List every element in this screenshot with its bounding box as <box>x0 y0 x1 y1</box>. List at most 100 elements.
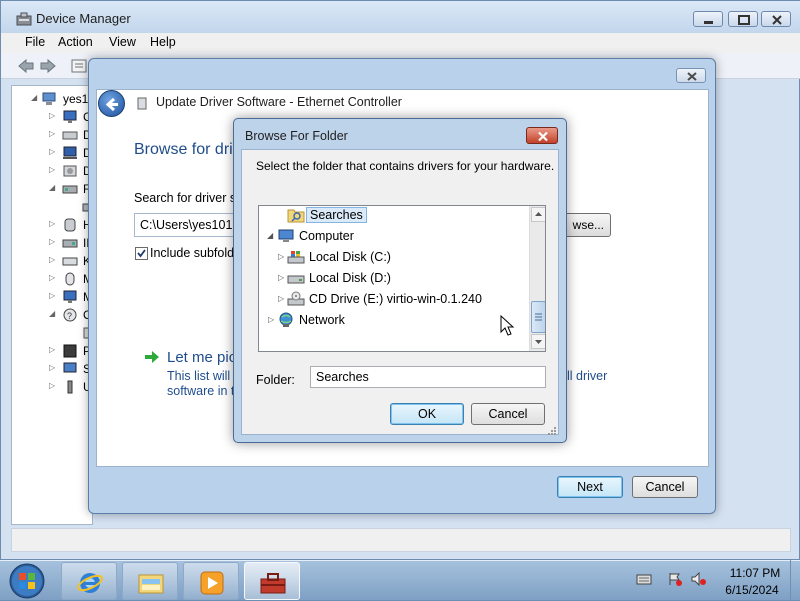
menu-action[interactable]: Action <box>56 35 95 49</box>
expand-arrow-icon[interactable]: ▷ <box>49 345 55 354</box>
expand-arrow-icon[interactable]: ▷ <box>49 129 55 138</box>
tree-item[interactable]: ◢ ? O <box>12 306 92 324</box>
expand-arrow-icon[interactable]: ▷ <box>278 273 284 282</box>
cancel-button[interactable]: Cancel <box>632 476 698 498</box>
tree-item[interactable]: ◢ F <box>12 180 92 198</box>
collapse-arrow-icon[interactable]: ◢ <box>267 231 273 240</box>
let-me-pick-description-line2: software in t <box>167 384 235 398</box>
scroll-thumb[interactable] <box>531 301 545 333</box>
include-subfolders-label: Include subfold <box>150 246 235 260</box>
close-button[interactable] <box>526 127 558 144</box>
show-desktop-button[interactable] <box>790 560 800 600</box>
expand-arrow-icon[interactable]: ▷ <box>268 315 274 324</box>
drive-icon <box>62 131 78 140</box>
collapse-arrow-icon[interactable]: ◢ <box>31 93 37 102</box>
let-me-pick-link[interactable]: Let me pic <box>167 349 236 366</box>
device-manager-icon <box>16 12 32 26</box>
start-button[interactable] <box>6 561 48 601</box>
clock-time[interactable]: 11:07 PM <box>725 566 785 580</box>
collapse-arrow-icon[interactable]: ◢ <box>49 309 55 318</box>
properties-view-icon[interactable] <box>71 59 87 73</box>
vertical-scrollbar[interactable] <box>529 206 545 351</box>
speaker-muted-icon[interactable] <box>691 572 707 586</box>
expand-arrow-icon[interactable]: ▷ <box>278 294 284 303</box>
expand-arrow-icon[interactable]: ▷ <box>49 363 55 372</box>
cancel-button[interactable]: Cancel <box>471 403 545 425</box>
tree-item[interactable]: ▷ M <box>12 288 92 306</box>
maximize-button[interactable] <box>728 11 758 27</box>
back-button[interactable] <box>98 90 125 117</box>
include-subfolders-checkbox[interactable] <box>135 247 148 260</box>
tree-item[interactable]: ▷ H <box>12 216 92 234</box>
scroll-down-button[interactable] <box>531 334 545 349</box>
expand-arrow-icon[interactable]: ▷ <box>49 147 55 156</box>
windows-explorer-icon <box>138 574 164 594</box>
close-button[interactable] <box>676 68 706 83</box>
device-tree: ◢ yes10 ▷ C ▷ D ▷ D ▷ D ◢ <box>11 85 93 525</box>
collapse-arrow-icon[interactable]: ◢ <box>49 183 55 192</box>
minimize-button[interactable] <box>693 11 723 27</box>
tree-item[interactable]: ▷ D <box>12 126 92 144</box>
dvd-drive-icon <box>63 165 77 177</box>
tree-item[interactable]: ▷ P <box>12 342 92 360</box>
let-me-pick-description-tail: ll driver <box>567 369 608 383</box>
media-player-icon <box>200 571 224 595</box>
expand-arrow-icon[interactable]: ▷ <box>49 111 55 120</box>
let-me-pick-description: This list will s <box>167 369 240 383</box>
forward-arrow-icon[interactable] <box>39 58 57 74</box>
tree-item[interactable]: ▷ C <box>12 108 92 126</box>
action-center-flag-icon[interactable] <box>667 572 683 586</box>
title-bar[interactable]: Device Manager <box>1 1 800 33</box>
tree-item[interactable]: ▷ D <box>12 144 92 162</box>
tree-root[interactable]: ◢ yes10 <box>12 90 92 108</box>
internet-explorer-icon <box>77 573 103 593</box>
network-icon <box>279 312 293 327</box>
green-arrow-icon <box>145 351 159 363</box>
folder-label: Network <box>299 313 345 327</box>
expand-arrow-icon[interactable]: ▷ <box>49 273 55 282</box>
computer-icon <box>42 92 56 105</box>
monitor-icon <box>63 290 77 303</box>
mouse-icon <box>65 272 75 286</box>
expand-arrow-icon[interactable]: ▷ <box>49 291 55 300</box>
hard-drive-icon <box>287 275 305 284</box>
tree-item[interactable]: ▷ D <box>12 162 92 180</box>
keyboard-tray-icon[interactable] <box>636 572 652 586</box>
expand-arrow-icon[interactable]: ▷ <box>49 219 55 228</box>
taskbar-internet-explorer[interactable] <box>61 562 117 600</box>
resize-grip-icon[interactable] <box>547 426 557 436</box>
folder-input[interactable]: Searches <box>310 366 546 388</box>
other-devices-icon: ? <box>63 308 77 322</box>
expand-arrow-icon[interactable]: ▷ <box>49 381 55 390</box>
back-arrow-icon[interactable] <box>17 58 35 74</box>
ide-controller-icon <box>62 239 78 248</box>
menu-view[interactable]: View <box>107 35 138 49</box>
tree-item[interactable]: ▷ U <box>12 378 92 396</box>
menu-file[interactable]: File <box>23 35 47 49</box>
close-button[interactable] <box>761 11 791 27</box>
expand-arrow-icon[interactable]: ▷ <box>49 165 55 174</box>
windows-drive-icon <box>287 251 305 264</box>
expand-arrow-icon[interactable]: ▷ <box>278 252 284 261</box>
driver-path-input[interactable]: C:\Users\yes101a4 <box>134 213 244 237</box>
scroll-up-button[interactable] <box>531 207 545 222</box>
tree-item[interactable]: ▷ K <box>12 252 92 270</box>
clock-date[interactable]: 6/15/2024 <box>720 583 784 597</box>
system-devices-icon <box>63 362 77 373</box>
wizard-title: Update Driver Software - Ethernet Contro… <box>156 95 402 109</box>
taskbar-windows-explorer[interactable] <box>122 562 178 600</box>
tree-item[interactable]: ▷ ID <box>12 234 92 252</box>
tree-item[interactable] <box>12 324 92 342</box>
wizard-heading: Browse for dri <box>134 141 233 158</box>
next-button[interactable]: Next <box>557 476 623 498</box>
tree-item[interactable]: ▷ M <box>12 270 92 288</box>
expand-arrow-icon[interactable]: ▷ <box>49 237 55 246</box>
tree-item[interactable] <box>12 198 92 216</box>
taskbar-device-manager[interactable] <box>244 562 300 600</box>
tree-item[interactable]: ▷ S <box>12 360 92 378</box>
expand-arrow-icon[interactable]: ▷ <box>49 255 55 264</box>
menu-help[interactable]: Help <box>148 35 178 49</box>
folder-label: Searches <box>306 207 367 223</box>
ok-button[interactable]: OK <box>390 403 464 425</box>
taskbar-media-player[interactable] <box>183 562 239 600</box>
